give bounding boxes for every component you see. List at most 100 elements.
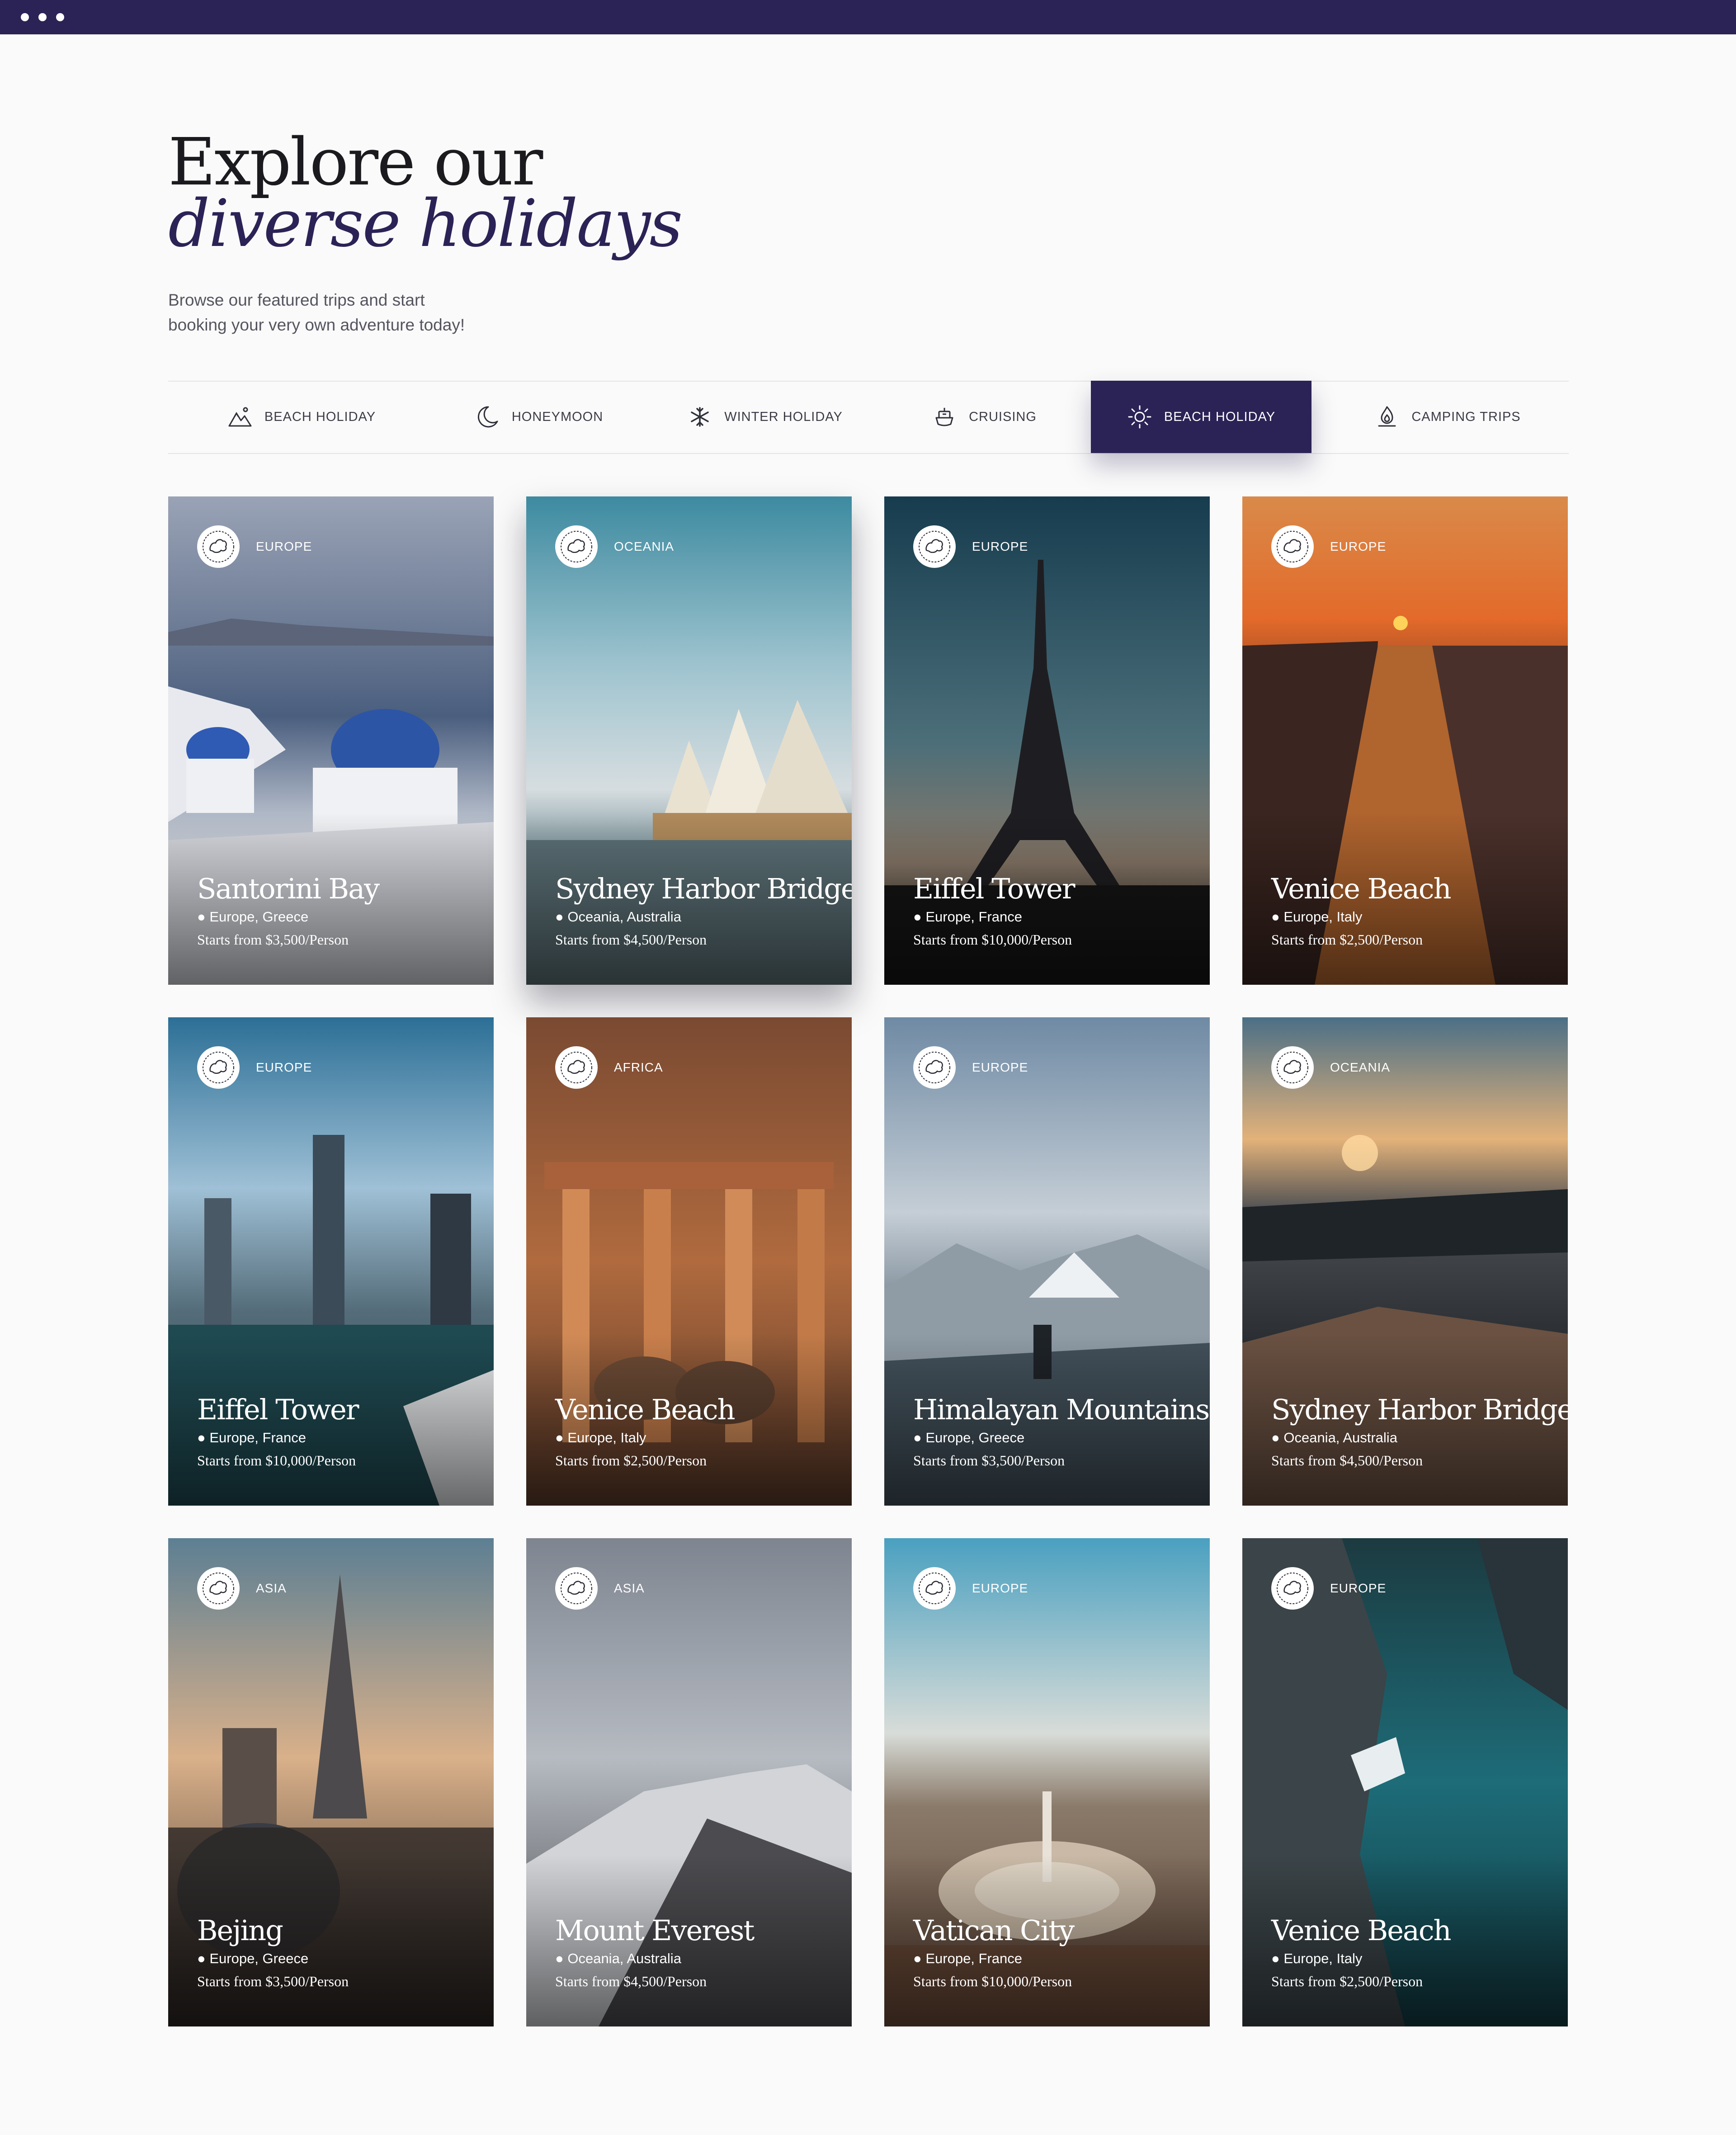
trip-location: ● Oceania, Australia [1271, 1430, 1397, 1445]
trip-info: Eiffel Tower ● Europe, France Starts fro… [197, 1393, 359, 1472]
trip-location-text: Europe, Italy [567, 1430, 646, 1445]
trip-name: Bejing [197, 1914, 283, 1947]
trip-price: Starts from $10,000/Person [197, 1452, 356, 1469]
trip-location: ● Europe, France [913, 909, 1023, 925]
region-badge: AFRICA [555, 1046, 663, 1089]
region-badge: EUROPE [1271, 525, 1386, 568]
region-label: AFRICA [614, 1060, 663, 1074]
trip-location: ● Europe, France [913, 1951, 1023, 1966]
trip-location-text: Oceania, Australia [1283, 1430, 1397, 1445]
region-label: EUROPE [1330, 1581, 1387, 1595]
trip-name: Sydney Harbor Bridge [555, 872, 852, 905]
globe-oceania-icon [1271, 1046, 1314, 1089]
trip-location-text: Oceania, Australia [567, 909, 681, 925]
tab-label: BEACH HOLIDAY [1164, 409, 1276, 424]
trip-name: Venice Beach [555, 1393, 736, 1426]
trip-price: Starts from $2,500/Person [555, 1452, 707, 1469]
trip-card[interactable]: EUROPE Santorini Bay ● Europe, Greece St… [168, 496, 494, 985]
trip-location-text: Europe, Italy [1283, 909, 1363, 925]
trip-name: Venice Beach [1271, 872, 1452, 905]
tab-honeymoon[interactable]: HONEYMOON [421, 381, 656, 453]
trip-location-text: Europe, France [925, 1951, 1023, 1966]
trip-price: Starts from $10,000/Person [913, 931, 1072, 948]
sun-icon [1128, 405, 1151, 429]
trip-location-text: Europe, Greece [209, 909, 309, 925]
trip-info: Himalayan Mountains ● Europe, Greece Sta… [913, 1393, 1210, 1472]
trip-name: Sydney Harbor Bridge [1271, 1393, 1568, 1426]
trip-name: Santorini Bay [197, 872, 380, 905]
globe-asia-icon [555, 1567, 598, 1610]
region-badge: ASIA [197, 1567, 287, 1610]
trip-price: Starts from $3,500/Person [197, 931, 349, 948]
trip-card[interactable]: EUROPE Venice Beach ● Europe, Italy Star… [1242, 496, 1568, 985]
page-title-line2: diverse holidays [168, 185, 683, 261]
trip-location: ● Europe, Italy [1271, 1951, 1363, 1966]
tab-winter-holiday[interactable]: WINTER HOLIDAY [647, 381, 882, 453]
region-badge: ASIA [555, 1567, 645, 1610]
trip-card[interactable]: OCEANIA Sydney Harbor Bridge ● Oceania, … [526, 496, 852, 985]
region-label: EUROPE [1330, 539, 1387, 553]
tab-label: WINTER HOLIDAY [724, 409, 843, 424]
campfire-icon [1378, 406, 1396, 427]
window-dot-icon[interactable] [21, 13, 29, 21]
window-dot-icon[interactable] [38, 13, 47, 21]
category-filter-bar: BEACH HOLIDAY HONEYMOON WINTER HOLIDAY C… [168, 381, 1569, 454]
tab-label: HONEYMOON [511, 409, 604, 424]
trip-price: Starts from $3,500/Person [197, 1973, 349, 1989]
window-dot-icon[interactable] [56, 13, 64, 21]
trip-price: Starts from $2,500/Person [1271, 931, 1423, 948]
moon-icon [477, 406, 498, 428]
trip-location-text: Europe, France [925, 909, 1023, 925]
region-badge: EUROPE [1271, 1567, 1386, 1610]
trip-info: Eiffel Tower ● Europe, France Starts fro… [913, 872, 1075, 951]
region-label: EUROPE [256, 1060, 312, 1074]
globe-europe-icon [913, 1567, 956, 1610]
globe-europe-icon [913, 525, 956, 568]
globe-europe-icon [197, 1046, 240, 1089]
globe-asia-icon [197, 1567, 240, 1610]
snowflake-icon [691, 407, 709, 427]
trip-card[interactable]: OCEANIA Sydney Harbor Bridge ● Oceania, … [1242, 1017, 1568, 1506]
trip-card[interactable]: EUROPE Himalayan Mountains ● Europe, Gre… [884, 1017, 1210, 1506]
region-label: EUROPE [256, 539, 312, 553]
region-label: EUROPE [972, 1060, 1028, 1074]
trip-card[interactable]: AFRICA Venice Beach ● Europe, Italy Star… [526, 1017, 852, 1506]
region-badge: EUROPE [197, 525, 312, 568]
trip-location: ● Europe, Italy [555, 1430, 646, 1445]
globe-africa-icon [555, 1046, 598, 1089]
page-subtitle-line1: Browse our featured trips and start [168, 291, 425, 309]
tab-label: CRUISING [969, 409, 1037, 424]
tab-beach-holiday[interactable]: BEACH HOLIDAY [168, 381, 435, 453]
trip-location: ● Europe, Greece [197, 909, 309, 925]
tab-label: BEACH HOLIDAY [264, 409, 376, 424]
trip-name: Venice Beach [1271, 1914, 1452, 1947]
region-badge: OCEANIA [1271, 1046, 1390, 1089]
trip-location: ● Europe, Italy [1271, 909, 1363, 925]
trip-card[interactable]: EUROPE Venice Beach ● Europe, Italy Star… [1242, 1538, 1568, 2026]
region-label: OCEANIA [1330, 1060, 1391, 1074]
trip-card[interactable]: EUROPE Vatican City ● Europe, France Sta… [884, 1538, 1210, 2026]
region-label: EUROPE [972, 1581, 1028, 1595]
globe-europe-icon [1271, 525, 1314, 568]
trip-price: Starts from $4,500/Person [1271, 1452, 1423, 1469]
trip-card[interactable]: EUROPE Eiffel Tower ● Europe, France Sta… [884, 496, 1210, 985]
trip-card[interactable]: EUROPE Eiffel Tower ● Europe, France Sta… [168, 1017, 494, 1506]
window-top-bar [0, 0, 1736, 34]
trip-card[interactable]: ASIA Bejing ● Europe, Greece Starts from… [168, 1538, 494, 2026]
region-label: OCEANIA [614, 539, 675, 553]
trip-name: Vatican City [913, 1914, 1075, 1947]
page-subtitle-line2: booking your very own adventure today! [168, 316, 465, 334]
trip-price: Starts from $10,000/Person [913, 1973, 1072, 1989]
globe-europe-icon [913, 1046, 956, 1089]
trip-info: Bejing ● Europe, Greece Starts from $3,5… [197, 1913, 349, 1993]
tab-beach-holiday-active[interactable]: BEACH HOLIDAY [1091, 381, 1311, 453]
trip-location: ● Oceania, Australia [555, 909, 681, 925]
tab-cruising[interactable]: CRUISING [873, 381, 1095, 453]
trip-price: Starts from $4,500/Person [555, 1973, 707, 1989]
trip-info: Mount Everest ● Oceania, Australia Start… [555, 1913, 755, 1993]
tab-label: CAMPING TRIPS [1411, 409, 1521, 424]
tab-camping-trips[interactable]: CAMPING TRIPS [1326, 381, 1570, 453]
trip-price: Starts from $3,500/Person [913, 1452, 1065, 1469]
trip-card[interactable]: ASIA Mount Everest ● Oceania, Australia … [526, 1538, 852, 2026]
trip-price: Starts from $2,500/Person [1271, 1973, 1423, 1989]
